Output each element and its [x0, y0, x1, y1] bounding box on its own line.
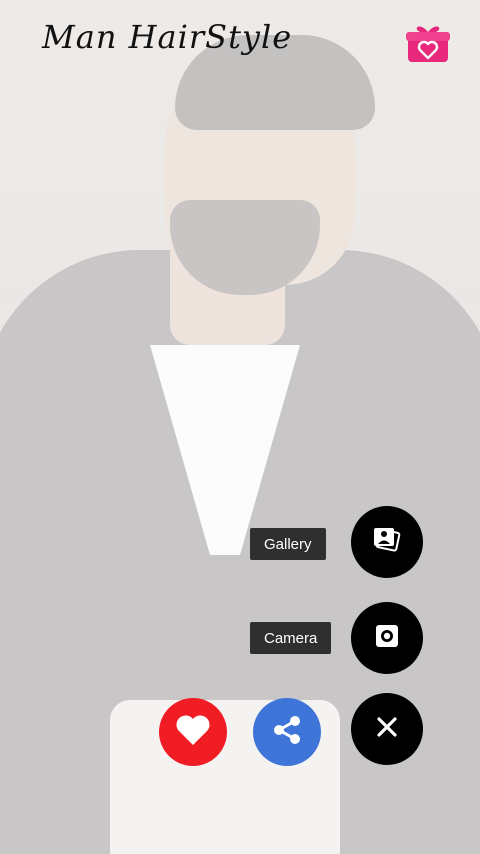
- camera-label[interactable]: Camera: [250, 622, 332, 654]
- favorite-button[interactable]: [159, 698, 227, 766]
- camera-button[interactable]: [351, 602, 423, 674]
- gallery-label[interactable]: Gallery: [250, 528, 326, 560]
- close-icon: [375, 715, 399, 743]
- app-title: Man HairStyle: [42, 18, 293, 56]
- share-button[interactable]: [253, 698, 321, 766]
- close-menu-button[interactable]: [351, 693, 423, 765]
- gallery-button[interactable]: [351, 506, 423, 578]
- camera-icon: [375, 624, 399, 652]
- gift-icon[interactable]: [406, 22, 450, 64]
- photo-gallery-icon: [372, 526, 402, 558]
- share-icon: [270, 713, 304, 751]
- heart-icon: [175, 714, 211, 750]
